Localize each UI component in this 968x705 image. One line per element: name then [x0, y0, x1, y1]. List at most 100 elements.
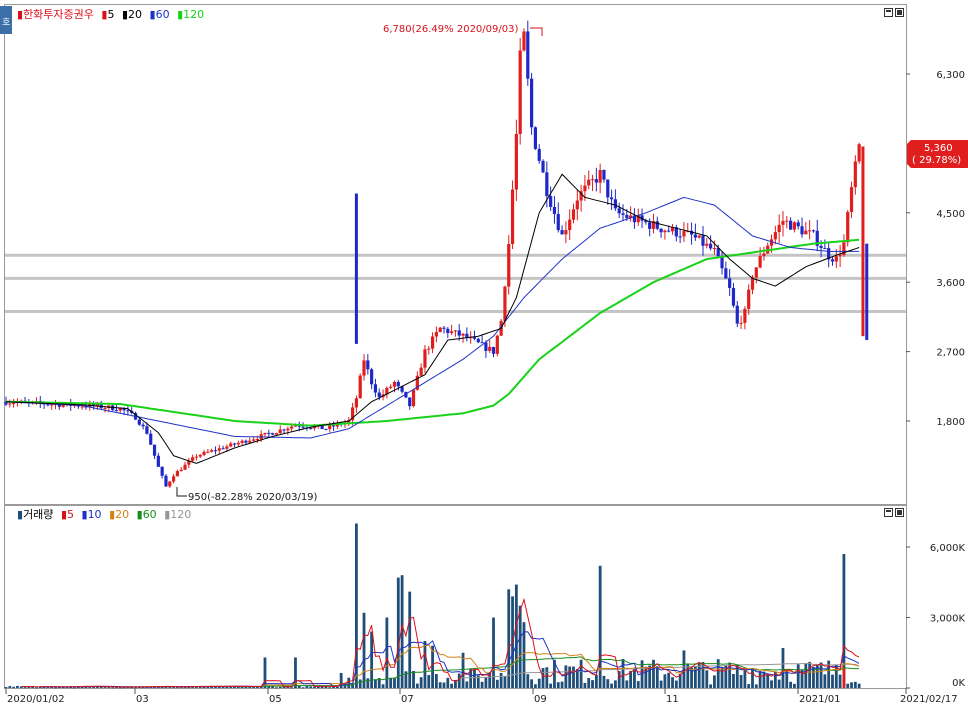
candle-body	[137, 419, 141, 425]
price-tick-label: 4,500	[936, 209, 965, 220]
candle-body	[370, 369, 374, 385]
maximize-icon[interactable]	[884, 8, 893, 17]
candle-body	[846, 211, 850, 243]
volume-bar	[347, 677, 351, 688]
legend-vma5: 5	[67, 508, 74, 521]
candle-body	[328, 425, 332, 430]
date-tick-label: 03	[136, 694, 149, 705]
volume-bar	[545, 667, 549, 688]
candle-body	[423, 349, 427, 368]
volume-bar	[358, 679, 362, 688]
volume-bar	[396, 577, 400, 688]
volume-bar	[301, 687, 305, 689]
candle-body	[12, 403, 16, 405]
volume-bar	[4, 687, 8, 689]
date-tick-label: 11	[666, 694, 679, 705]
volume-bar	[850, 682, 853, 688]
volume-legend: ▮거래량 ▮5 ▮10 ▮20 ▮60 ▮120	[17, 508, 191, 521]
candle-body	[175, 471, 179, 477]
candle-body	[217, 448, 221, 451]
volume-bar	[682, 650, 686, 688]
candle-body	[446, 328, 450, 334]
candle-body	[255, 439, 259, 441]
candle-body	[571, 209, 576, 220]
candle-body	[785, 220, 789, 222]
candle-body	[244, 440, 248, 443]
candle-body	[198, 454, 202, 457]
volume-bar	[275, 687, 278, 689]
candle-body	[491, 346, 496, 354]
volume-bar	[271, 686, 275, 688]
candle-body	[80, 406, 84, 408]
candle-body	[396, 381, 400, 387]
volume-bar	[111, 687, 115, 689]
min-annotation: 950(-82.28% 2020/03/19)	[188, 492, 318, 503]
candle-body	[362, 360, 366, 376]
volume-bar	[796, 664, 800, 688]
volume-bar	[54, 687, 57, 689]
candle-body	[156, 455, 160, 467]
candle-body	[830, 259, 835, 262]
volume-bar	[621, 658, 625, 688]
candle-body	[141, 424, 145, 427]
candle-body	[354, 398, 358, 408]
volume-bar	[777, 679, 781, 688]
candle-body	[583, 185, 587, 192]
volume-bar	[705, 670, 709, 688]
candle-body	[507, 243, 511, 287]
candle-body	[149, 433, 153, 445]
candle-body	[678, 236, 682, 238]
candle-body	[530, 78, 534, 128]
price-spike-2	[865, 243, 869, 341]
candle-body	[800, 226, 804, 235]
volume-bar	[758, 670, 762, 688]
volume-maximize-icon[interactable]	[884, 508, 893, 517]
candle-body	[210, 450, 214, 452]
date-tick-label: 09	[534, 694, 547, 705]
candle-body	[739, 322, 743, 324]
volume-bar	[431, 645, 434, 688]
volume-bar	[530, 679, 533, 688]
candle-body	[450, 331, 454, 334]
volume-bar	[606, 679, 610, 688]
volume-bar	[812, 666, 815, 688]
candle-body	[606, 179, 610, 198]
volume-bar	[732, 673, 735, 688]
candle-body	[183, 464, 187, 470]
date-tick-label: 07	[401, 694, 414, 705]
volume-bar	[857, 683, 861, 688]
volume-bar	[720, 666, 724, 688]
volume-bar	[465, 681, 469, 688]
candle-body	[663, 230, 667, 233]
volume-bar	[579, 659, 583, 688]
candle-body	[366, 360, 370, 370]
candle-body	[202, 451, 206, 455]
legend-vma10: 10	[88, 508, 102, 521]
candle-body	[613, 199, 617, 209]
volume-bar	[362, 612, 366, 688]
volume-bar	[747, 684, 751, 688]
volume-bar	[514, 584, 518, 688]
volume-bar	[381, 684, 385, 688]
volume-bar	[503, 676, 507, 688]
candle-body	[526, 31, 530, 79]
volume-bar	[427, 675, 431, 688]
volume-bar	[770, 680, 773, 688]
volume-bar	[328, 687, 332, 689]
volume-bar	[537, 678, 541, 688]
volume-bar	[853, 681, 857, 688]
volume-bar	[457, 673, 461, 688]
candle-body	[274, 433, 279, 435]
volume-bar	[8, 686, 12, 688]
legend-ma20: 20	[128, 8, 142, 21]
candle-body	[438, 327, 442, 333]
volume-bar	[556, 682, 560, 688]
candle-body	[781, 220, 785, 225]
candle-body	[747, 289, 751, 309]
candle-body	[320, 425, 324, 430]
volume-bar	[297, 685, 301, 688]
volume-bar	[823, 674, 827, 688]
volume-bar	[594, 674, 598, 688]
candle-body	[762, 253, 766, 257]
candle-body	[389, 386, 393, 388]
